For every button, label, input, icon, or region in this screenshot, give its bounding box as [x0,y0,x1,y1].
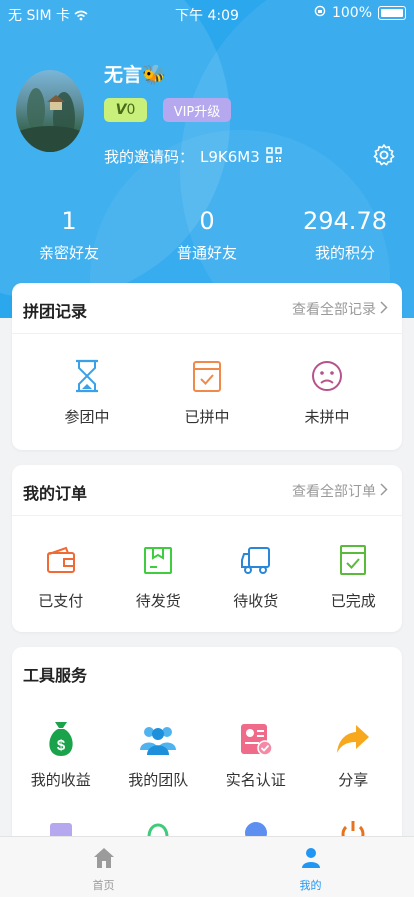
group-records-row: 参团中 已拼中 未拼中 [12,334,402,427]
share-arrow-icon [333,719,373,759]
stat-label: 我的积分 [314,244,375,262]
home-icon [93,847,115,873]
calendar-check-icon [187,356,227,396]
group-item-joining[interactable]: 参团中 [27,356,147,427]
orders-row: 已支付 待发货 待收货 已完成 [12,516,402,611]
link-text: 查看全部记录 [292,302,376,318]
item-label: 待收货 [233,592,279,610]
item-label: 参团中 [64,408,110,426]
tools-row: $ 我的收益 我的团队 实名认证 分享 [12,697,402,790]
wallet-icon [41,540,81,580]
item-label: 已拼中 [184,408,230,426]
orientation-lock-icon [314,5,326,21]
invite-code: L9K6M3 [200,147,260,166]
order-item-completed[interactable]: 已完成 [305,540,403,611]
stat-value: 294.78 [303,207,387,235]
battery-percent: 100% [331,5,372,21]
invite-code-row[interactable]: 我的邀请码： L9K6M3 [104,146,282,167]
stat-points[interactable]: 294.78 我的积分 [276,206,414,263]
stat-label: 普通好友 [176,244,237,262]
team-icon [138,719,178,759]
stat-value: 0 [199,207,215,235]
view-all-orders-link[interactable]: 查看全部订单 [292,481,388,501]
money-bag-icon: $ [41,719,81,759]
item-label: 实名认证 [225,771,286,789]
stat-normal-friends[interactable]: 0 普通好友 [138,206,276,263]
item-label: 待发货 [135,592,181,610]
link-text: 查看全部订单 [292,484,376,500]
sad-face-icon [307,356,347,396]
battery-icon [378,6,406,20]
id-card-icon [236,719,276,759]
item-label: 已支付 [38,592,84,610]
vip-badge: V0 [104,98,147,122]
vip-level: 0 [126,102,136,118]
tab-label: 首页 [92,879,115,892]
chevron-right-icon [380,300,388,318]
tool-item-earnings[interactable]: $ 我的收益 [12,719,110,790]
qr-code-icon[interactable] [266,146,282,167]
user-icon [300,847,322,873]
card-title: 工具服务 [23,666,88,685]
card-title: 我的订单 [23,484,88,503]
card-header: 拼团记录 查看全部记录 [12,283,402,334]
tool-item-team[interactable]: 我的团队 [110,719,208,790]
hourglass-icon [67,356,107,396]
stat-value: 1 [61,207,77,235]
item-label: 分享 [338,771,369,789]
card-title: 拼团记录 [23,302,88,321]
order-item-to-ship[interactable]: 待发货 [110,540,208,611]
tab-mine[interactable]: 我的 [207,837,414,897]
chevron-right-icon [380,482,388,500]
group-item-success[interactable]: 已拼中 [147,356,267,427]
status-right: 100% [314,5,406,21]
tab-label: 我的 [299,879,322,892]
avatar[interactable] [16,70,84,152]
tool-item-verification[interactable]: 实名认证 [207,719,305,790]
tab-home[interactable]: 首页 [0,837,207,897]
tab-bar: 首页 我的 [0,836,414,897]
package-icon [138,540,178,580]
order-item-paid[interactable]: 已支付 [12,540,110,611]
svg-text:$: $ [57,737,66,754]
vip-upgrade-button[interactable]: VIP升级 [163,98,231,122]
card-header: 工具服务 [12,647,402,697]
truck-icon [236,540,276,580]
item-label: 我的团队 [128,771,189,789]
tools-card: 工具服务 $ 我的收益 我的团队 实名认证 分享 [12,647,402,847]
card-header: 我的订单 查看全部订单 [12,465,402,516]
invite-label: 我的邀请码： [104,148,195,166]
item-label: 已完成 [330,592,376,610]
tool-item-share[interactable]: 分享 [305,719,403,790]
item-label: 我的收益 [30,771,91,789]
orders-card: 我的订单 查看全部订单 已支付 待发货 待收货 已完成 [12,465,402,632]
status-bar: 无 SIM 卡 下午 4:09 100% [0,0,414,28]
view-all-records-link[interactable]: 查看全部记录 [292,299,388,319]
settings-gear-icon[interactable] [372,143,396,167]
group-records-card: 拼团记录 查看全部记录 参团中 已拼中 未拼中 [12,283,402,450]
item-label: 未拼中 [304,408,350,426]
stat-close-friends[interactable]: 1 亲密好友 [0,206,138,263]
profile-header: 无 SIM 卡 下午 4:09 100% 无言🐝 V0 VIP升级 我的邀请码： [0,0,414,318]
vip-badge-prefix: V [115,102,127,118]
stats-row: 1 亲密好友 0 普通好友 294.78 我的积分 [0,206,414,263]
checked-doc-icon [333,540,373,580]
stat-label: 亲密好友 [38,244,99,262]
username: 无言🐝 [104,64,166,86]
order-item-to-receive[interactable]: 待收货 [207,540,305,611]
group-item-failed[interactable]: 未拼中 [267,356,387,427]
